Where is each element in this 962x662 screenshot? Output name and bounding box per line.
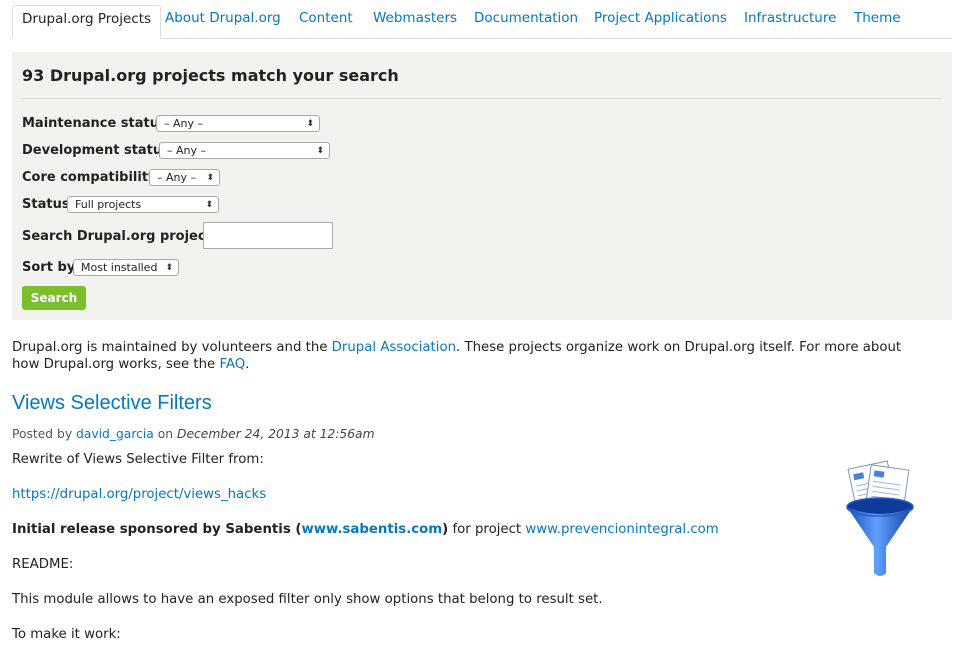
- project-title-link[interactable]: Views Selective Filters: [12, 392, 212, 415]
- tab-project-applications[interactable]: Project Applications: [594, 5, 727, 37]
- results-heading: 93 Drupal.org projects match your search: [22, 66, 399, 85]
- faq-link[interactable]: FAQ: [219, 357, 245, 372]
- status-value: Full projects: [75, 198, 142, 211]
- search-projects-input[interactable]: [203, 222, 333, 249]
- updown-arrow-icon: ⬍: [316, 146, 324, 156]
- project-filter-panel: 93 Drupal.org projects match your search…: [12, 52, 952, 320]
- core-compatibility-select[interactable]: – Any – ⬍: [149, 169, 220, 186]
- tab-infrastructure[interactable]: Infrastructure: [744, 5, 836, 37]
- module-description: This module allows to have an exposed fi…: [12, 592, 603, 607]
- intro-text: .: [245, 357, 250, 372]
- core-compatibility-label: Core compatibility: [22, 170, 157, 185]
- post-date: December 24, 2013 at 12:56am: [177, 427, 375, 441]
- sort-by-value: Most installed: [81, 261, 158, 274]
- updown-arrow-icon: ⬍: [165, 263, 173, 273]
- maintenance-status-select[interactable]: – Any – ⬍: [156, 115, 320, 132]
- updown-arrow-icon: ⬍: [206, 173, 214, 183]
- search-projects-label: Search Drupal.org projects: [22, 229, 220, 244]
- author-link[interactable]: david_garcia: [76, 427, 154, 441]
- views-hacks-link[interactable]: https://drupal.org/project/views_hacks: [12, 487, 266, 502]
- sabentis-link[interactable]: www.sabentis.com: [301, 522, 442, 537]
- prevencion-link[interactable]: www.prevencionintegral.com: [525, 522, 718, 537]
- primary-tabs: Drupal.org Projects About Drupal.org Con…: [12, 5, 952, 39]
- maintenance-status-label: Maintenance status: [22, 116, 167, 131]
- divider: [22, 98, 942, 99]
- posted-by-text: Posted by: [12, 427, 77, 441]
- maintenance-status-value: – Any –: [164, 117, 203, 130]
- status-label: Status: [22, 197, 70, 212]
- post-meta: Posted by david_garcia on December 24, 2…: [12, 427, 375, 441]
- on-text: on: [153, 427, 177, 441]
- tab-webmasters[interactable]: Webmasters: [373, 5, 457, 37]
- sponsor-bold-text: Initial release sponsored by Sabentis (: [12, 522, 302, 537]
- description-line: Rewrite of Views Selective Filter from:: [12, 452, 264, 467]
- sort-by-select[interactable]: Most installed ⬍: [73, 259, 179, 276]
- intro-paragraph: Drupal.org is maintained by volunteers a…: [12, 339, 912, 373]
- status-select[interactable]: Full projects ⬍: [67, 196, 219, 213]
- tab-documentation[interactable]: Documentation: [474, 5, 578, 37]
- funnel-document-icon: [846, 460, 914, 576]
- intro-text: Drupal.org is maintained by volunteers a…: [12, 340, 332, 355]
- sponsor-line: Initial release sponsored by Sabentis (w…: [12, 522, 719, 537]
- sort-by-label: Sort by: [22, 260, 76, 275]
- tab-drupal-org-projects[interactable]: Drupal.org Projects: [12, 5, 162, 39]
- tab-about-drupal-org[interactable]: About Drupal.org: [165, 5, 281, 37]
- readme-heading: README:: [12, 557, 74, 572]
- howto-text: To make it work:: [12, 627, 121, 642]
- tab-content[interactable]: Content: [299, 5, 353, 37]
- sponsor-text: for project: [448, 522, 526, 537]
- tab-theme[interactable]: Theme: [854, 5, 901, 37]
- development-status-select[interactable]: – Any – ⬍: [159, 142, 330, 159]
- drupal-association-link[interactable]: Drupal Association: [332, 340, 456, 355]
- core-compatibility-value: – Any –: [157, 171, 196, 184]
- updown-arrow-icon: ⬍: [205, 200, 213, 210]
- development-status-label: Development status: [22, 143, 170, 158]
- development-status-value: – Any –: [167, 144, 206, 157]
- search-button[interactable]: Search: [22, 286, 86, 310]
- updown-arrow-icon: ⬍: [306, 119, 314, 129]
